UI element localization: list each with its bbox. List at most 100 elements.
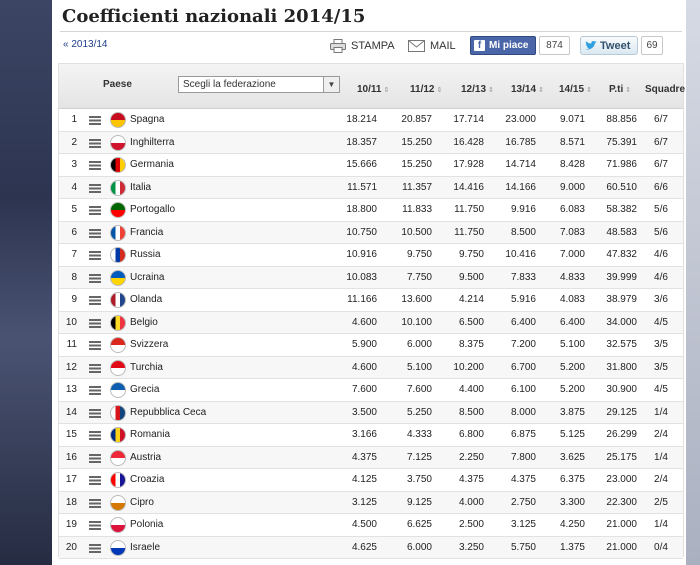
points-cell: 32.575: [606, 339, 637, 350]
table-row[interactable]: 5 Portogallo 18.800 11.833 11.750 9.916 6.083 5…: [59, 199, 683, 222]
federation-select[interactable]: Scegli la federazione ▼: [178, 76, 340, 93]
rank-cell: 20: [65, 541, 77, 553]
flag-icon: [110, 449, 126, 466]
country-cell[interactable]: Cipro: [130, 492, 154, 514]
country-cell[interactable]: Italia: [130, 177, 151, 199]
country-cell[interactable]: Repubblica Ceca: [130, 402, 206, 424]
country-cell[interactable]: Olanda: [130, 289, 162, 311]
country-cell[interactable]: Polonia: [130, 514, 163, 536]
country-cell[interactable]: Francia: [130, 222, 163, 244]
season-3-cell: 17.928: [453, 159, 484, 170]
country-cell[interactable]: Germania: [130, 154, 174, 176]
details-menu-icon[interactable]: [89, 228, 101, 238]
season-5-cell: 4.833: [559, 271, 585, 283]
details-menu-icon[interactable]: [89, 296, 101, 305]
rank-cell: 9: [71, 294, 77, 305]
table-row[interactable]: 10 Belgio 4.600 10.100 6.500 6.400 6.400 34.000…: [59, 311, 683, 334]
table-row[interactable]: 6 Francia 10.750 10.500 11.750 8.500 7.083 48.5…: [59, 221, 683, 244]
table-row[interactable]: 20 Israele 4.625 6.000 3.250 5.750 1.375 21.000…: [59, 536, 683, 559]
rank-cell: 3: [71, 159, 77, 170]
details-menu-icon[interactable]: [89, 408, 101, 418]
print-button[interactable]: STAMPA: [330, 36, 395, 56]
details-menu-icon[interactable]: [89, 161, 101, 170]
details-menu-icon[interactable]: [89, 206, 101, 215]
tweet-label: Tweet: [600, 39, 631, 52]
table-row[interactable]: 8 Ucraina 10.083 7.750 9.500 7.833 4.833 39.999…: [59, 266, 683, 289]
details-menu-icon[interactable]: [89, 431, 101, 440]
header-season-1[interactable]: 10/11 ⇕: [357, 84, 389, 95]
season-3-cell: 2.250: [458, 451, 484, 463]
country-cell[interactable]: Turchia: [130, 357, 163, 379]
country-cell[interactable]: Austria: [130, 447, 161, 469]
table-row[interactable]: 7 Russia 10.916 9.750 9.750 10.416 7.000 47.832…: [59, 244, 683, 267]
teams-cell: 1/4: [654, 519, 668, 530]
country-cell[interactable]: Portogallo: [130, 199, 175, 221]
tweet-button[interactable]: Tweet: [580, 36, 638, 55]
table-row[interactable]: 3 Germania 15.666 15.250 17.928 14.714 8.428 71…: [59, 154, 683, 177]
table-row[interactable]: 14 Repubblica Ceca 3.500 5.250 8.500 8.000 3.8…: [59, 401, 683, 424]
table-row[interactable]: 18 Cipro 3.125 9.125 4.000 2.750 3.300 22.300 2/…: [59, 491, 683, 514]
table-row[interactable]: 15 Romania 3.166 4.333 6.800 6.875 5.125 26.299…: [59, 424, 683, 447]
rank-cell: 16: [65, 451, 77, 463]
country-cell[interactable]: Spagna: [130, 109, 164, 131]
header-season-3-label: 12/13: [461, 84, 487, 95]
details-menu-icon[interactable]: [89, 251, 101, 260]
points-cell: 39.999: [606, 271, 637, 283]
table-row[interactable]: 11 Svizzera 5.900 6.000 8.375 7.200 5.100 32.57…: [59, 334, 683, 357]
header-season-5[interactable]: 14/15 ⇕: [559, 84, 592, 95]
country-cell[interactable]: Croazia: [130, 469, 164, 491]
header-season-2[interactable]: 11/12 ⇕: [410, 84, 442, 95]
points-cell: 29.125: [606, 406, 637, 418]
table-row[interactable]: 16 Austria 4.375 7.125 2.250 7.800 3.625 25.175…: [59, 446, 683, 469]
country-cell[interactable]: Romania: [130, 424, 170, 446]
country-cell[interactable]: Russia: [130, 244, 161, 266]
flag-icon: [110, 247, 126, 263]
points-cell: 31.800: [606, 361, 637, 373]
details-menu-icon[interactable]: [89, 386, 101, 395]
header-season-3[interactable]: 12/13 ⇕: [461, 84, 494, 95]
table-row[interactable]: 2 Inghilterra 18.357 15.250 16.428 16.785 8.57…: [59, 131, 683, 154]
country-cell[interactable]: Svizzera: [130, 334, 168, 356]
season-2-cell: 9.750: [406, 249, 432, 260]
country-cell[interactable]: Belgio: [130, 312, 158, 334]
table-row[interactable]: 19 Polonia 4.500 6.625 2.500 3.125 4.250 21.000…: [59, 514, 683, 537]
table-row[interactable]: 13 Grecia 7.600 7.600 4.400 6.100 5.200 30.900 4…: [59, 379, 683, 402]
previous-season-link[interactable]: « 2013/14: [63, 39, 108, 50]
table-row[interactable]: 9 Olanda 11.166 13.600 4.214 5.916 4.083 38.979…: [59, 289, 683, 312]
header-points[interactable]: P.ti ⇕: [609, 84, 631, 95]
season-1-cell: 4.125: [351, 474, 377, 485]
flag-icon: [110, 292, 126, 308]
rank-cell: 1: [71, 114, 77, 125]
details-menu-icon[interactable]: [89, 476, 101, 485]
details-menu-icon[interactable]: [89, 363, 101, 373]
details-menu-icon[interactable]: [89, 453, 101, 463]
facebook-like-button[interactable]: f Mi piace: [470, 36, 536, 55]
details-menu-icon[interactable]: [89, 498, 101, 508]
details-menu-icon[interactable]: [89, 183, 101, 193]
details-menu-icon[interactable]: [89, 273, 101, 283]
country-cell[interactable]: Israele: [130, 537, 160, 559]
details-menu-icon[interactable]: [89, 341, 101, 350]
mail-button[interactable]: MAIL: [408, 36, 456, 56]
country-cell[interactable]: Grecia: [130, 379, 159, 401]
table-row[interactable]: 17 Croazia 4.125 3.750 4.375 4.375 6.375 23.000…: [59, 469, 683, 492]
table-row[interactable]: 12 Turchia 4.600 5.100 10.200 6.700 5.200 31.80…: [59, 356, 683, 379]
details-menu-icon[interactable]: [89, 116, 101, 125]
country-cell[interactable]: Inghilterra: [130, 132, 174, 154]
page-title: Coefficienti nazionali 2014/15: [62, 6, 366, 27]
season-2-cell: 4.333: [406, 429, 432, 440]
season-5-cell: 5.200: [559, 361, 585, 373]
details-menu-icon[interactable]: [89, 543, 101, 553]
details-menu-icon[interactable]: [89, 138, 101, 148]
details-menu-icon[interactable]: [89, 521, 101, 530]
header-country[interactable]: Paese: [103, 79, 132, 90]
season-4-cell: 9.916: [510, 204, 536, 215]
header-season-4[interactable]: 13/14 ⇕: [511, 84, 544, 95]
country-cell[interactable]: Ucraina: [130, 267, 164, 289]
season-3-cell: 4.214: [458, 294, 484, 305]
flag-icon: [110, 202, 126, 218]
table-row[interactable]: 4 Italia 11.571 11.357 14.416 14.166 9.000 60.5…: [59, 176, 683, 199]
table-row[interactable]: 1 Spagna 18.214 20.857 17.714 23.000 9.071 88.8…: [59, 109, 683, 132]
details-menu-icon[interactable]: [89, 318, 101, 328]
season-3-cell: 10.200: [453, 361, 484, 373]
